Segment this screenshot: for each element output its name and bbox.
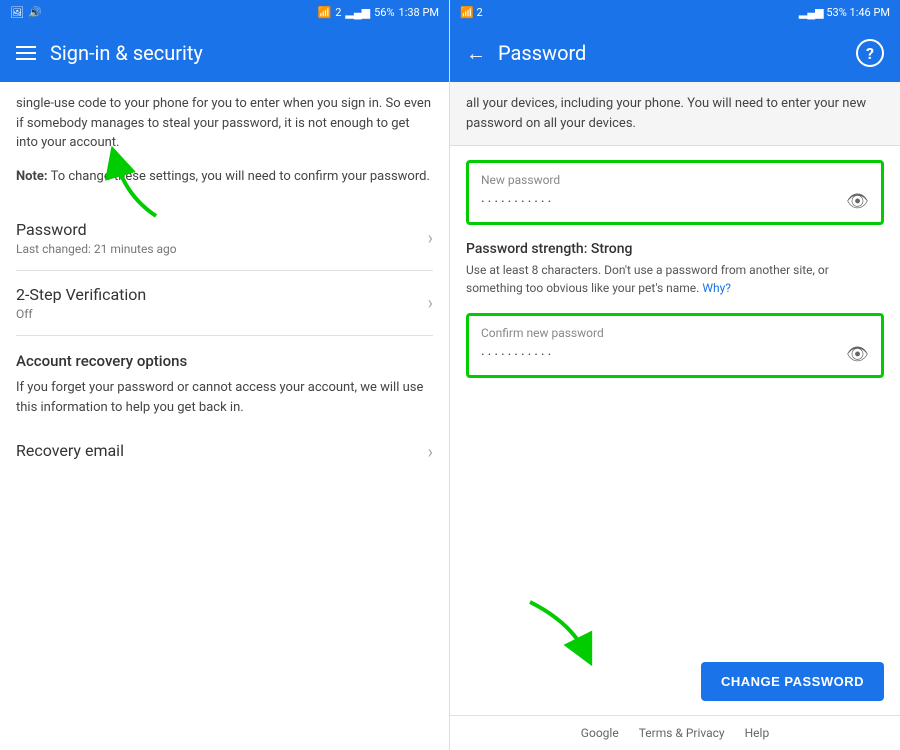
confirm-password-value[interactable]: ··········· xyxy=(481,347,554,363)
hamburger-line xyxy=(16,46,36,48)
change-password-button[interactable]: CHANGE PASSWORD xyxy=(701,662,884,701)
right-content: all your devices, including your phone. … xyxy=(450,82,900,750)
confirm-password-wrapper: Confirm new password ··········· 👁 xyxy=(466,313,884,378)
left-content: single-use code to your phone for you to… xyxy=(0,82,449,750)
account-recovery-heading: Account recovery options xyxy=(16,352,433,370)
status-right-right: ▂▄▆ 53% 1:46 PM xyxy=(799,6,890,19)
image-icon: 🖼 xyxy=(10,6,24,19)
signal-badge-right: 2 xyxy=(476,6,482,19)
password-menu-title: Password xyxy=(16,220,177,239)
right-panel: 📶 2 ▂▄▆ 53% 1:46 PM ← Password ? all you… xyxy=(450,0,900,750)
confirm-password-label: Confirm new password xyxy=(481,326,869,340)
wifi-icon-right: 📶 xyxy=(460,6,474,19)
status-bar-left: 🖼 🔊 📶 2 ▂▄▆ 56% 1:38 PM xyxy=(0,0,449,24)
two-step-chevron: › xyxy=(428,293,433,314)
time-left: 1:38 PM xyxy=(399,6,439,19)
strength-body: Use at least 8 characters. Don't use a p… xyxy=(466,261,884,297)
two-step-menu-title: 2-Step Verification xyxy=(16,285,146,304)
recovery-email-item[interactable]: Recovery email › xyxy=(16,427,433,477)
status-bar-right: 📶 2 ▂▄▆ 53% 1:46 PM xyxy=(450,0,900,24)
footer-google-link[interactable]: Google xyxy=(581,726,619,740)
signal-bars-left: ▂▄▆ xyxy=(345,6,370,19)
info-box: all your devices, including your phone. … xyxy=(450,82,900,146)
new-password-value[interactable]: ··········· xyxy=(481,194,554,210)
new-password-group: New password ··········· 👁 xyxy=(466,160,884,225)
signal-badge-left: 2 xyxy=(335,6,341,19)
why-link[interactable]: Why? xyxy=(702,281,731,295)
body-text-left: single-use code to your phone for you to… xyxy=(16,94,433,153)
footer-links: Google Terms & Privacy Help xyxy=(450,715,900,750)
new-password-eye-icon[interactable]: 👁 xyxy=(846,191,869,212)
status-icons-right: 📶 2 xyxy=(460,6,483,19)
menu-button[interactable] xyxy=(16,46,36,60)
password-fields-area: New password ··········· 👁 Password stre… xyxy=(450,146,900,652)
two-step-menu-subtitle: Off xyxy=(16,307,146,321)
footer-terms-link[interactable]: Terms & Privacy xyxy=(639,726,725,740)
volume-icon: 🔊 xyxy=(28,6,42,19)
battery-level-right: 53% xyxy=(826,6,846,19)
password-menu-subtitle: Last changed: 21 minutes ago xyxy=(16,242,177,256)
strength-label: Password strength: Strong xyxy=(466,241,884,257)
new-password-row: ··········· 👁 xyxy=(481,191,869,212)
note-text: Note: To change these settings, you will… xyxy=(16,167,433,187)
hamburger-line xyxy=(16,52,36,54)
new-password-label: New password xyxy=(481,173,869,187)
left-panel: 🖼 🔊 📶 2 ▂▄▆ 56% 1:38 PM Sign-in & securi… xyxy=(0,0,450,750)
password-menu-item[interactable]: Password Last changed: 21 minutes ago › xyxy=(16,206,433,271)
status-icons-left: 🖼 🔊 xyxy=(10,6,42,19)
strength-value: Strong xyxy=(591,241,633,257)
signal-bars-right: ▂▄▆ xyxy=(799,6,824,19)
password-chevron: › xyxy=(428,228,433,249)
header-right: ← Password ? xyxy=(450,24,900,82)
confirm-password-group: Confirm new password ··········· 👁 xyxy=(466,313,884,378)
password-menu-wrapper: Password Last changed: 21 minutes ago › xyxy=(16,206,433,271)
footer-help-link[interactable]: Help xyxy=(745,726,770,740)
help-button[interactable]: ? xyxy=(856,39,884,67)
time-right: 1:46 PM xyxy=(850,6,890,19)
header-left: Sign-in & security xyxy=(0,24,449,82)
two-step-menu-info: 2-Step Verification Off xyxy=(16,285,146,321)
wifi-icon-left: 📶 xyxy=(317,6,331,19)
page-title-left: Sign-in & security xyxy=(50,41,203,65)
back-button[interactable]: ← xyxy=(466,41,486,66)
recovery-email-title: Recovery email xyxy=(16,441,124,460)
status-right-left: 📶 2 ▂▄▆ 56% 1:38 PM xyxy=(317,6,439,19)
strength-section: Password strength: Strong Use at least 8… xyxy=(466,241,884,297)
account-recovery-body: If you forget your password or cannot ac… xyxy=(16,378,433,417)
two-step-menu-item[interactable]: 2-Step Verification Off › xyxy=(16,271,433,336)
header-right-left: ← Password xyxy=(466,41,586,66)
confirm-password-eye-icon[interactable]: 👁 xyxy=(846,344,869,365)
hamburger-line xyxy=(16,58,36,60)
change-btn-area: CHANGE PASSWORD xyxy=(450,652,900,715)
recovery-email-chevron: › xyxy=(428,442,433,463)
page-title-right: Password xyxy=(498,41,586,65)
password-menu-info: Password Last changed: 21 minutes ago xyxy=(16,220,177,256)
confirm-password-row: ··········· 👁 xyxy=(481,344,869,365)
battery-level-left: 56% xyxy=(374,6,394,19)
